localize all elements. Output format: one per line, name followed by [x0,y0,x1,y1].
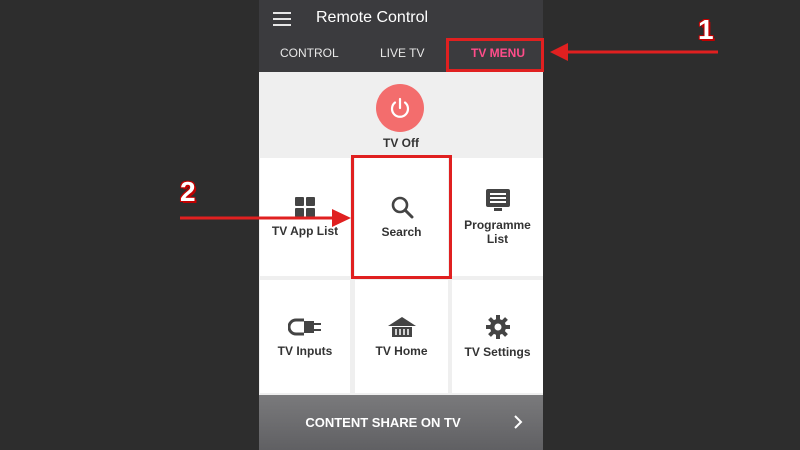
arrow-1-icon [550,43,718,61]
tab-control[interactable]: CONTROL [280,46,339,60]
tv-off-label: TV Off [383,136,419,150]
step-1-number: 1 [698,14,714,45]
highlight-search-box [351,155,452,279]
highlight-tv-menu-box [446,38,544,72]
chevron-right-icon [514,415,523,429]
tv-inputs-button[interactable]: TV Inputs [260,280,350,393]
input-cable-icon [288,318,321,335]
programme-list-button[interactable]: Programme List [452,158,543,276]
content-share-button[interactable]: CONTENT SHARE ON TV [259,395,543,450]
tv-settings-button[interactable]: TV Settings [452,280,543,393]
tab-live-tv[interactable]: LIVE TV [380,46,424,60]
programme-list-label: Programme List [464,218,531,246]
tv-inputs-label: TV Inputs [277,343,333,358]
arrow-2-icon [180,209,351,227]
app-title: Remote Control [316,9,429,26]
step-2-number: 2 [180,176,196,207]
list-icon [485,189,510,211]
home-icon [387,316,416,337]
tv-home-button[interactable]: TV Home [355,280,448,393]
tv-home-label: TV Home [375,343,428,358]
content-share-label: CONTENT SHARE ON TV [305,415,461,430]
power-button[interactable] [376,84,424,132]
gear-icon [485,314,510,339]
menu-icon[interactable] [273,12,291,26]
tv-settings-label: TV Settings [464,344,531,359]
power-icon [390,97,410,118]
